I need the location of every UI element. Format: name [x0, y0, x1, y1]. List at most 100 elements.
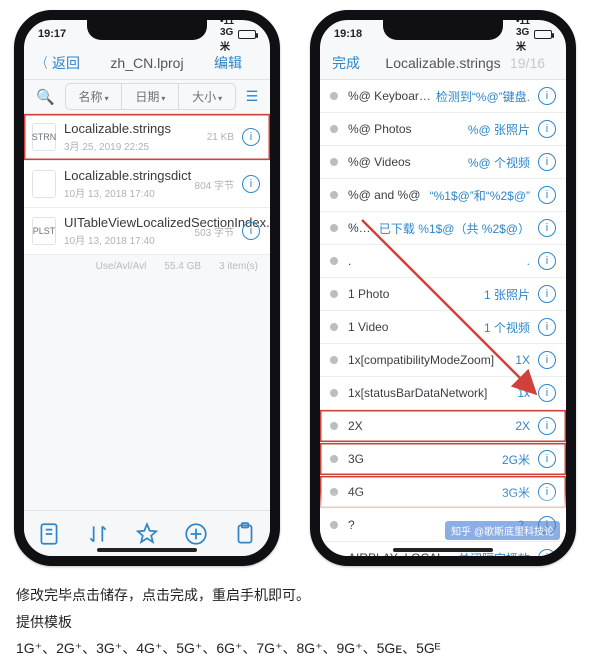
- string-value: 1x: [517, 386, 530, 400]
- new-file-icon[interactable]: [36, 521, 62, 547]
- file-icon: PLST: [32, 217, 56, 245]
- string-row[interactable]: 1x[compatibilityModeZoom]1Xi: [320, 344, 566, 377]
- chevron-left-icon: 〈: [39, 53, 47, 73]
- seg-date[interactable]: 日期▾: [121, 84, 178, 109]
- file-size: 503 字节: [195, 224, 234, 239]
- phones-container: 19:17 •11 3G米 〈返回 zh_CN.lproj 编辑 🔍 名称▾ 日…: [0, 0, 612, 572]
- back-label: 返回: [52, 55, 80, 71]
- view-toggle-icon[interactable]: ☰: [242, 88, 262, 105]
- string-key: %@ and %@: [348, 188, 430, 202]
- string-value: “%1$@”和“%2$@”: [430, 187, 530, 204]
- string-value: %@ 张照片: [468, 121, 530, 138]
- bullet-icon: [330, 290, 338, 298]
- summary-b: 55.4 GB: [164, 261, 201, 272]
- caption-line1: 修改完毕点击储存，点击完成，重启手机即可。: [16, 582, 596, 609]
- file-list: STRNLocalizable.strings3月 25, 2019 22:25…: [24, 114, 270, 255]
- info-icon[interactable]: i: [538, 351, 556, 369]
- notch: [383, 18, 503, 40]
- edit-button[interactable]: 编辑: [214, 53, 258, 73]
- string-row[interactable]: 1x[statusBarDataNetwork]1x i: [320, 377, 566, 410]
- info-icon[interactable]: i: [538, 186, 556, 204]
- clipboard-icon[interactable]: [232, 521, 258, 547]
- bullet-icon: [330, 422, 338, 430]
- string-row[interactable]: ..i: [320, 245, 566, 278]
- bullet-icon: [330, 455, 338, 463]
- file-row[interactable]: Localizable.stringsdict10月 13, 2018 17:4…: [24, 161, 270, 208]
- string-key: 3G: [348, 452, 502, 466]
- info-icon[interactable]: i: [538, 417, 556, 435]
- string-row[interactable]: %@ and %@“%1$@”和“%2$@” i: [320, 179, 566, 212]
- string-value: .: [527, 254, 530, 268]
- info-icon[interactable]: i: [538, 219, 556, 237]
- info-icon[interactable]: i: [538, 384, 556, 402]
- file-icon: [32, 170, 56, 198]
- signal-icon: •11 3G米: [516, 16, 530, 53]
- string-row[interactable]: 1 Video1 个视频i: [320, 311, 566, 344]
- file-icon: STRN: [32, 123, 56, 151]
- info-icon[interactable]: i: [538, 549, 556, 566]
- string-row[interactable]: %@ Photos%@ 张照片i: [320, 113, 566, 146]
- bullet-icon: [330, 554, 338, 562]
- string-value: 2G米: [502, 451, 530, 468]
- notch: [87, 18, 207, 40]
- info-icon[interactable]: i: [538, 120, 556, 138]
- file-row[interactable]: STRNLocalizable.strings3月 25, 2019 22:25…: [24, 114, 270, 161]
- string-row[interactable]: %@ of %@ downloaded已下载 %1$@（共 %2$@）i: [320, 212, 566, 245]
- sort-icon[interactable]: [85, 521, 111, 547]
- file-date: 10月 13, 2018 17:40: [64, 232, 195, 247]
- info-icon[interactable]: i: [538, 450, 556, 468]
- fade: [320, 492, 566, 514]
- string-key: .: [348, 254, 527, 268]
- battery-icon: [534, 30, 552, 39]
- string-row[interactable]: 2X2X i: [320, 410, 566, 443]
- info-icon[interactable]: i: [242, 175, 260, 193]
- phone-left: 19:17 •11 3G米 〈返回 zh_CN.lproj 编辑 🔍 名称▾ 日…: [14, 10, 280, 566]
- string-key: 1x[statusBarDataNetwork]: [348, 386, 517, 400]
- done-button[interactable]: 完成: [332, 53, 376, 73]
- summary-c: 3 item(s): [219, 261, 258, 272]
- summary-a: Use/Avl/Avl: [96, 261, 147, 272]
- file-name: Localizable.strings: [64, 121, 207, 136]
- phone-right: 19:18 •11 3G米 完成 Localizable.strings 19/…: [310, 10, 576, 566]
- string-value: 1X: [515, 353, 530, 367]
- info-icon[interactable]: i: [538, 153, 556, 171]
- info-icon[interactable]: i: [538, 252, 556, 270]
- string-value: 2X: [515, 419, 530, 433]
- summary-bar: Use/Avl/Avl 55.4 GB 3 item(s): [24, 255, 270, 278]
- string-value: 已下载 %1$@（共 %2$@）: [379, 220, 530, 237]
- string-key: 1 Video: [348, 320, 484, 334]
- string-row[interactable]: 3G2G米 i: [320, 443, 566, 476]
- battery-icon: [238, 30, 256, 39]
- bullet-icon: [330, 92, 338, 100]
- file-size: 21 KB: [207, 132, 234, 143]
- back-button[interactable]: 〈返回: [36, 53, 80, 73]
- seg-name[interactable]: 名称▾: [66, 84, 122, 109]
- info-icon[interactable]: i: [242, 128, 260, 146]
- bullet-icon: [330, 224, 338, 232]
- string-row[interactable]: AIRPLAY_LOCAL_FALLBACK关闭隔空播放i: [320, 542, 566, 566]
- signal-icon: •11 3G米: [220, 16, 234, 53]
- info-icon[interactable]: i: [538, 87, 556, 105]
- string-value: 1 张照片: [484, 286, 530, 303]
- favorite-icon[interactable]: [134, 521, 160, 547]
- info-icon[interactable]: i: [538, 285, 556, 303]
- info-icon[interactable]: i: [538, 318, 556, 336]
- string-key: 2X: [348, 419, 515, 433]
- add-icon[interactable]: [183, 521, 209, 547]
- file-row[interactable]: PLST UITableViewLocalizedSectionIndex.pli…: [24, 208, 270, 255]
- filterbar: 🔍 名称▾ 日期▾ 大小▾ ☰: [24, 80, 270, 114]
- caption-line3: 1G⁺、2G⁺、3G⁺、4G⁺、5G⁺、6G⁺、7G⁺、8G⁺、9G⁺、5Gᴇ、…: [16, 635, 596, 662]
- sort-segmented[interactable]: 名称▾ 日期▾ 大小▾: [65, 83, 236, 110]
- search-icon[interactable]: 🔍: [32, 88, 59, 106]
- info-icon[interactable]: i: [242, 222, 260, 240]
- string-value: 检测到“%@”键盘.: [436, 88, 530, 105]
- string-row[interactable]: %@ Videos%@ 个视频i: [320, 146, 566, 179]
- file-size: 804 字节: [195, 177, 234, 192]
- bullet-icon: [330, 191, 338, 199]
- bullet-icon: [330, 125, 338, 133]
- string-row[interactable]: %@ Keyboard Detected检测到“%@”键盘.i: [320, 80, 566, 113]
- seg-size[interactable]: 大小▾: [178, 84, 235, 109]
- string-value: %@ 个视频: [468, 154, 530, 171]
- string-row[interactable]: 1 Photo1 张照片i: [320, 278, 566, 311]
- file-name: UITableViewLocalizedSectionIndex.plist: [64, 215, 195, 230]
